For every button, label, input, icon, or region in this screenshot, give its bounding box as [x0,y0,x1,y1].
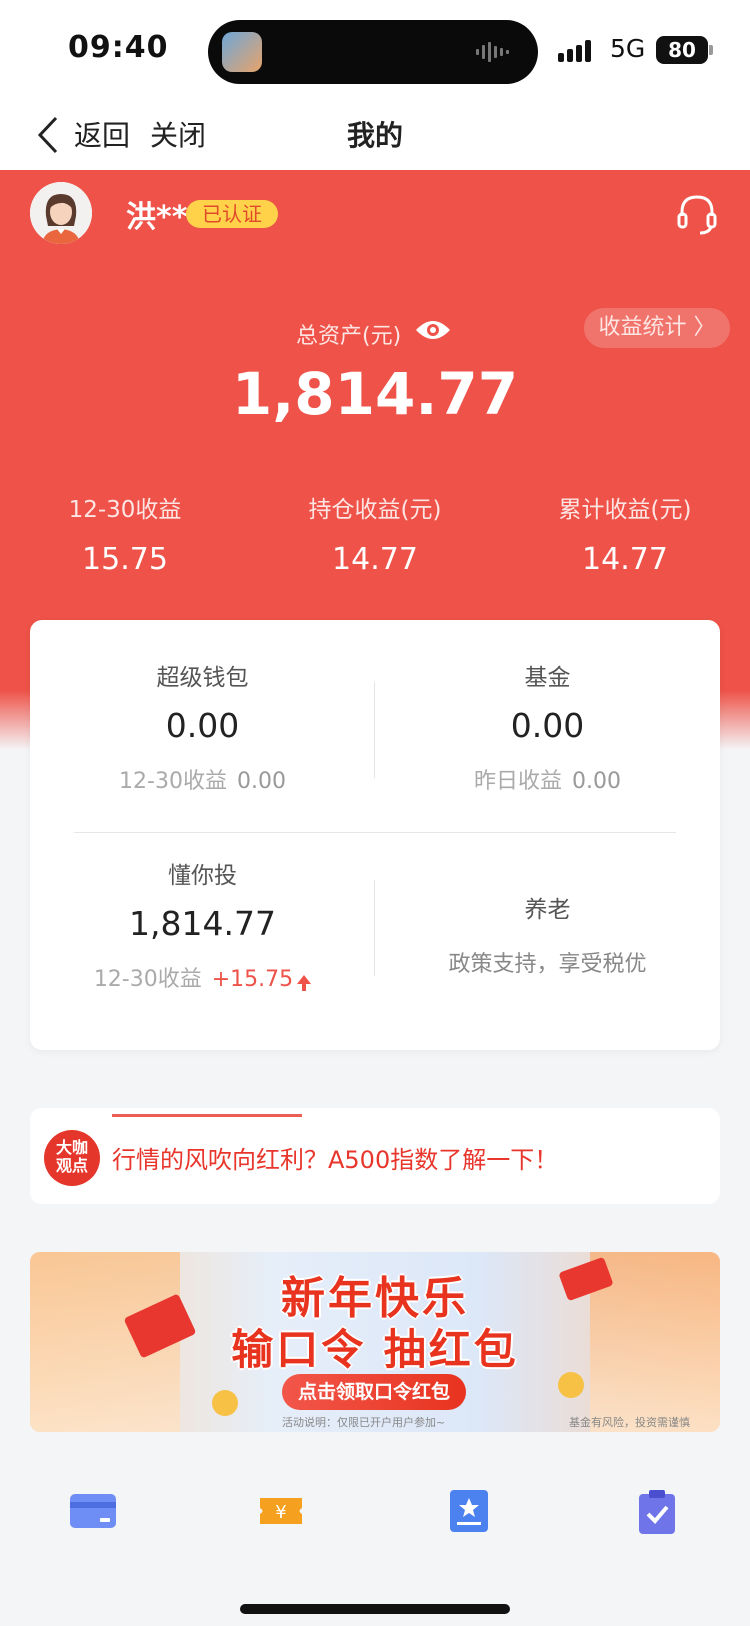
asset-sub-label: 12-30收益 [119,769,227,794]
asset-pension[interactable]: 养老 政策支持，享受税优 [375,890,720,978]
back-button[interactable]: 返回 [74,114,130,154]
asset-title: 超级钱包 [156,665,249,691]
pension-desc: 政策支持，享受税优 [448,952,647,977]
kpi-label: 持仓收益(元) [308,497,442,523]
home-indicator[interactable] [240,1604,510,1614]
promo-banner[interactable]: 新年快乐 输口令 抽红包 点击领取口令红包 活动说明：仅限已开户用户参加~ 基金… [30,1252,720,1432]
kpi-value: 14.77 [332,542,418,577]
dynamic-island[interactable] [208,20,538,84]
total-assets-label: 总资产(元) [296,324,402,349]
cellular-signal-icon [558,40,598,62]
asset-sub-value: +15.75 [211,967,294,992]
svg-text:¥: ¥ [275,1502,286,1523]
avatar[interactable] [30,182,92,244]
nav-bar: 返回 关闭 我的 [0,100,750,170]
now-playing-app-icon [222,32,262,72]
kpi-holding-earnings: 持仓收益(元) 14.77 [250,490,500,577]
asset-sub-label: 12-30收益 [93,967,202,992]
bank-card-icon[interactable] [68,1486,118,1536]
kpi-cumulative-earnings: 累计收益(元) 14.77 [500,490,750,577]
asset-sub-label: 昨日收益 [474,769,563,794]
asset-value: 0.00 [510,706,585,745]
coupon-icon[interactable]: ¥ [256,1486,306,1536]
network-type: 5G [610,34,646,63]
earnings-stats-button[interactable]: 收益统计 〉 [584,308,730,348]
asset-sub: 12-30收益 +15.75 [30,961,375,993]
news-ticker[interactable]: 大咖观点 行情的风吹向红利？A500指数了解一下！ [30,1108,720,1204]
kpi-label: 12-30收益 [68,497,182,523]
kpi-daily-earnings: 12-30收益 15.75 [0,490,250,577]
risk-disclaimer: 基金有风险，投资需谨慎 [569,1416,690,1429]
banner-note: 活动说明：仅限已开户用户参加~ [282,1416,446,1429]
battery-indicator: 80 [656,36,713,64]
assets-card: 超级钱包 0.00 12-30收益 0.00 基金 0.00 昨日收益 0.00 懂… [30,620,720,1050]
claim-red-packet-button[interactable]: 点击领取口令红包 [282,1374,466,1410]
arrow-up-icon [297,975,312,991]
asset-title: 养老 [524,897,571,923]
asset-sub-value: 0.00 [572,769,621,794]
user-avatar-icon [30,182,92,244]
asset-value: 1,814.77 [129,904,276,943]
banner-subheadline: 输口令 抽红包 [231,1325,519,1374]
news-headline[interactable]: 行情的风吹向红利？A500指数了解一下！ [112,1140,558,1175]
verified-badge: 已认证 [186,200,278,228]
certificate-icon[interactable] [444,1486,494,1536]
quick-actions: ¥ [0,1478,750,1598]
kpi-label: 累计收益(元) [558,497,692,523]
expert-view-badge: 大咖观点 [44,1130,100,1186]
asset-sub: 12-30收益 0.00 [30,763,375,795]
gold-coin-icon [212,1390,238,1416]
asset-title: 懂你投 [168,863,237,889]
asset-sub: 昨日收益 0.00 [375,763,720,795]
asset-robo-advisor[interactable]: 懂你投 1,814.77 12-30收益 +15.75 [30,856,375,993]
status-bar: 09:40 5G 80 [0,0,750,100]
status-time: 09:40 [68,30,169,65]
audio-wave-icon [476,42,509,62]
badge-text: 大咖观点 [55,1138,88,1175]
scroll-remnant [112,1114,302,1125]
chevron-left-icon[interactable] [34,112,64,158]
asset-value: 0.00 [165,706,240,745]
kpi-value: 15.75 [82,542,168,577]
clipboard-check-icon[interactable] [632,1486,682,1536]
customer-service-headset-icon[interactable] [674,190,720,236]
asset-sub-value: 0.00 [236,769,286,794]
kpi-value: 14.77 [582,542,668,577]
total-assets-value: 1,814.77 [231,360,519,428]
eye-icon[interactable] [414,316,452,344]
asset-super-wallet[interactable]: 超级钱包 0.00 12-30收益 0.00 [30,658,375,795]
asset-fund[interactable]: 基金 0.00 昨日收益 0.00 [375,658,720,795]
asset-title: 基金 [524,665,571,691]
user-name: 洪** [126,200,188,235]
divider [74,832,676,833]
close-button[interactable]: 关闭 [150,114,206,154]
